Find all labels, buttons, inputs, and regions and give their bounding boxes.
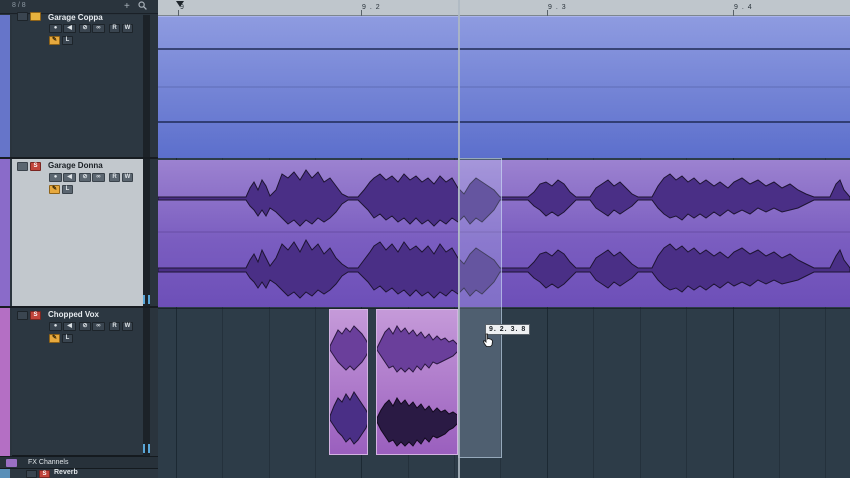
solo-button[interactable]: S <box>30 162 41 171</box>
bar-label: 9 . 2 <box>362 4 381 11</box>
monitor-button[interactable]: ◀ <box>63 322 76 331</box>
edit-channel-button[interactable]: ✎ <box>49 185 60 194</box>
track-level-meter <box>143 15 150 158</box>
track-header-garage-donna[interactable]: S Garage Donna ● ◀ ⊘ ∞ R W ✎ L <box>12 159 143 307</box>
solo-button[interactable]: S <box>30 311 41 320</box>
record-enable-button[interactable]: ● <box>49 24 62 33</box>
mute-button[interactable] <box>26 470 37 478</box>
read-automation-button[interactable]: R <box>109 322 120 331</box>
track-color-strip[interactable] <box>0 159 10 307</box>
waveform <box>377 325 457 447</box>
meter-peak-indicator <box>143 444 150 453</box>
track-name[interactable]: Garage Donna <box>48 161 103 170</box>
meter-peak-indicator <box>143 295 150 304</box>
timebase-icon[interactable]: ⊘ <box>79 24 91 33</box>
track-header-reverb[interactable]: S Reverb <box>0 468 158 478</box>
monitor-button[interactable]: ◀ <box>63 173 76 182</box>
bar-label: 9 . 4 <box>734 4 753 11</box>
edit-channel-button[interactable]: ✎ <box>49 36 60 45</box>
read-automation-button[interactable]: R <box>109 24 120 33</box>
read-automation-button[interactable]: R <box>109 173 120 182</box>
hand-pointer-icon <box>482 333 494 352</box>
timeline-ruler[interactable]: 9 9 . 2 9 . 3 9 . 4 <box>158 0 850 16</box>
track-count: 8 / 8 <box>12 2 26 9</box>
audio-event-garage-donna[interactable] <box>158 160 850 307</box>
track-color-strip[interactable] <box>0 15 10 158</box>
solo-button[interactable] <box>30 12 41 21</box>
track-name[interactable]: Reverb <box>54 469 78 476</box>
track-color-strip[interactable] <box>0 308 10 456</box>
track-header-chopped-vox[interactable]: S Chopped Vox ● ◀ ⊘ ∞ R W ✎ L <box>12 308 143 456</box>
folder-name[interactable]: FX Channels <box>28 459 68 466</box>
track-name[interactable]: Garage Coppa <box>48 13 103 22</box>
event-display[interactable] <box>158 16 850 478</box>
mute-button[interactable] <box>17 162 28 171</box>
link-icon[interactable]: ∞ <box>92 173 105 182</box>
search-icon[interactable] <box>138 1 147 13</box>
fx-channels-folder-track[interactable]: FX Channels <box>0 456 158 468</box>
write-automation-button[interactable]: W <box>122 173 133 182</box>
audio-event-chopped-vox[interactable] <box>329 309 368 455</box>
timebase-icon[interactable]: ⊘ <box>79 173 91 182</box>
waveform <box>158 48 850 123</box>
project-start-marker[interactable] <box>176 1 184 7</box>
track-level-meter <box>143 159 150 307</box>
monitor-button[interactable]: ◀ <box>63 24 76 33</box>
mute-button[interactable] <box>17 311 28 320</box>
bar-label: 9 . 3 <box>548 4 567 11</box>
lanes-button[interactable]: L <box>62 334 73 343</box>
track-level-meter <box>143 308 150 456</box>
cubase-project-window: 8 / 8 + Garage Coppa ● ◀ ⊘ ∞ R W ✎ L S G… <box>0 0 850 478</box>
track-list: 8 / 8 + Garage Coppa ● ◀ ⊘ ∞ R W ✎ L S G… <box>0 0 158 478</box>
waveform <box>158 169 850 299</box>
track-color-strip[interactable] <box>0 469 10 478</box>
link-icon[interactable]: ∞ <box>92 24 105 33</box>
edit-channel-button[interactable]: ✎ <box>49 334 60 343</box>
range-selection[interactable] <box>458 158 502 458</box>
lanes-button[interactable]: L <box>62 185 73 194</box>
timebase-icon[interactable]: ⊘ <box>79 322 91 331</box>
link-icon[interactable]: ∞ <box>92 322 105 331</box>
audio-event-garage-coppa[interactable] <box>158 16 850 158</box>
lanes-button[interactable]: L <box>62 36 73 45</box>
waveform <box>330 325 367 445</box>
write-automation-button[interactable]: W <box>122 24 133 33</box>
record-enable-button[interactable]: ● <box>49 322 62 331</box>
audio-event-chopped-vox[interactable] <box>376 309 458 455</box>
record-enable-button[interactable]: ● <box>49 173 62 182</box>
write-automation-button[interactable]: W <box>122 322 133 331</box>
solo-button[interactable]: S <box>39 470 50 478</box>
project-cursor[interactable] <box>458 0 460 478</box>
add-track-icon[interactable]: + <box>124 1 130 12</box>
folder-icon[interactable] <box>6 459 17 467</box>
track-header-garage-coppa[interactable]: Garage Coppa ● ◀ ⊘ ∞ R W ✎ L <box>12 12 143 158</box>
mute-button[interactable] <box>17 12 28 21</box>
track-name[interactable]: Chopped Vox <box>48 310 99 319</box>
